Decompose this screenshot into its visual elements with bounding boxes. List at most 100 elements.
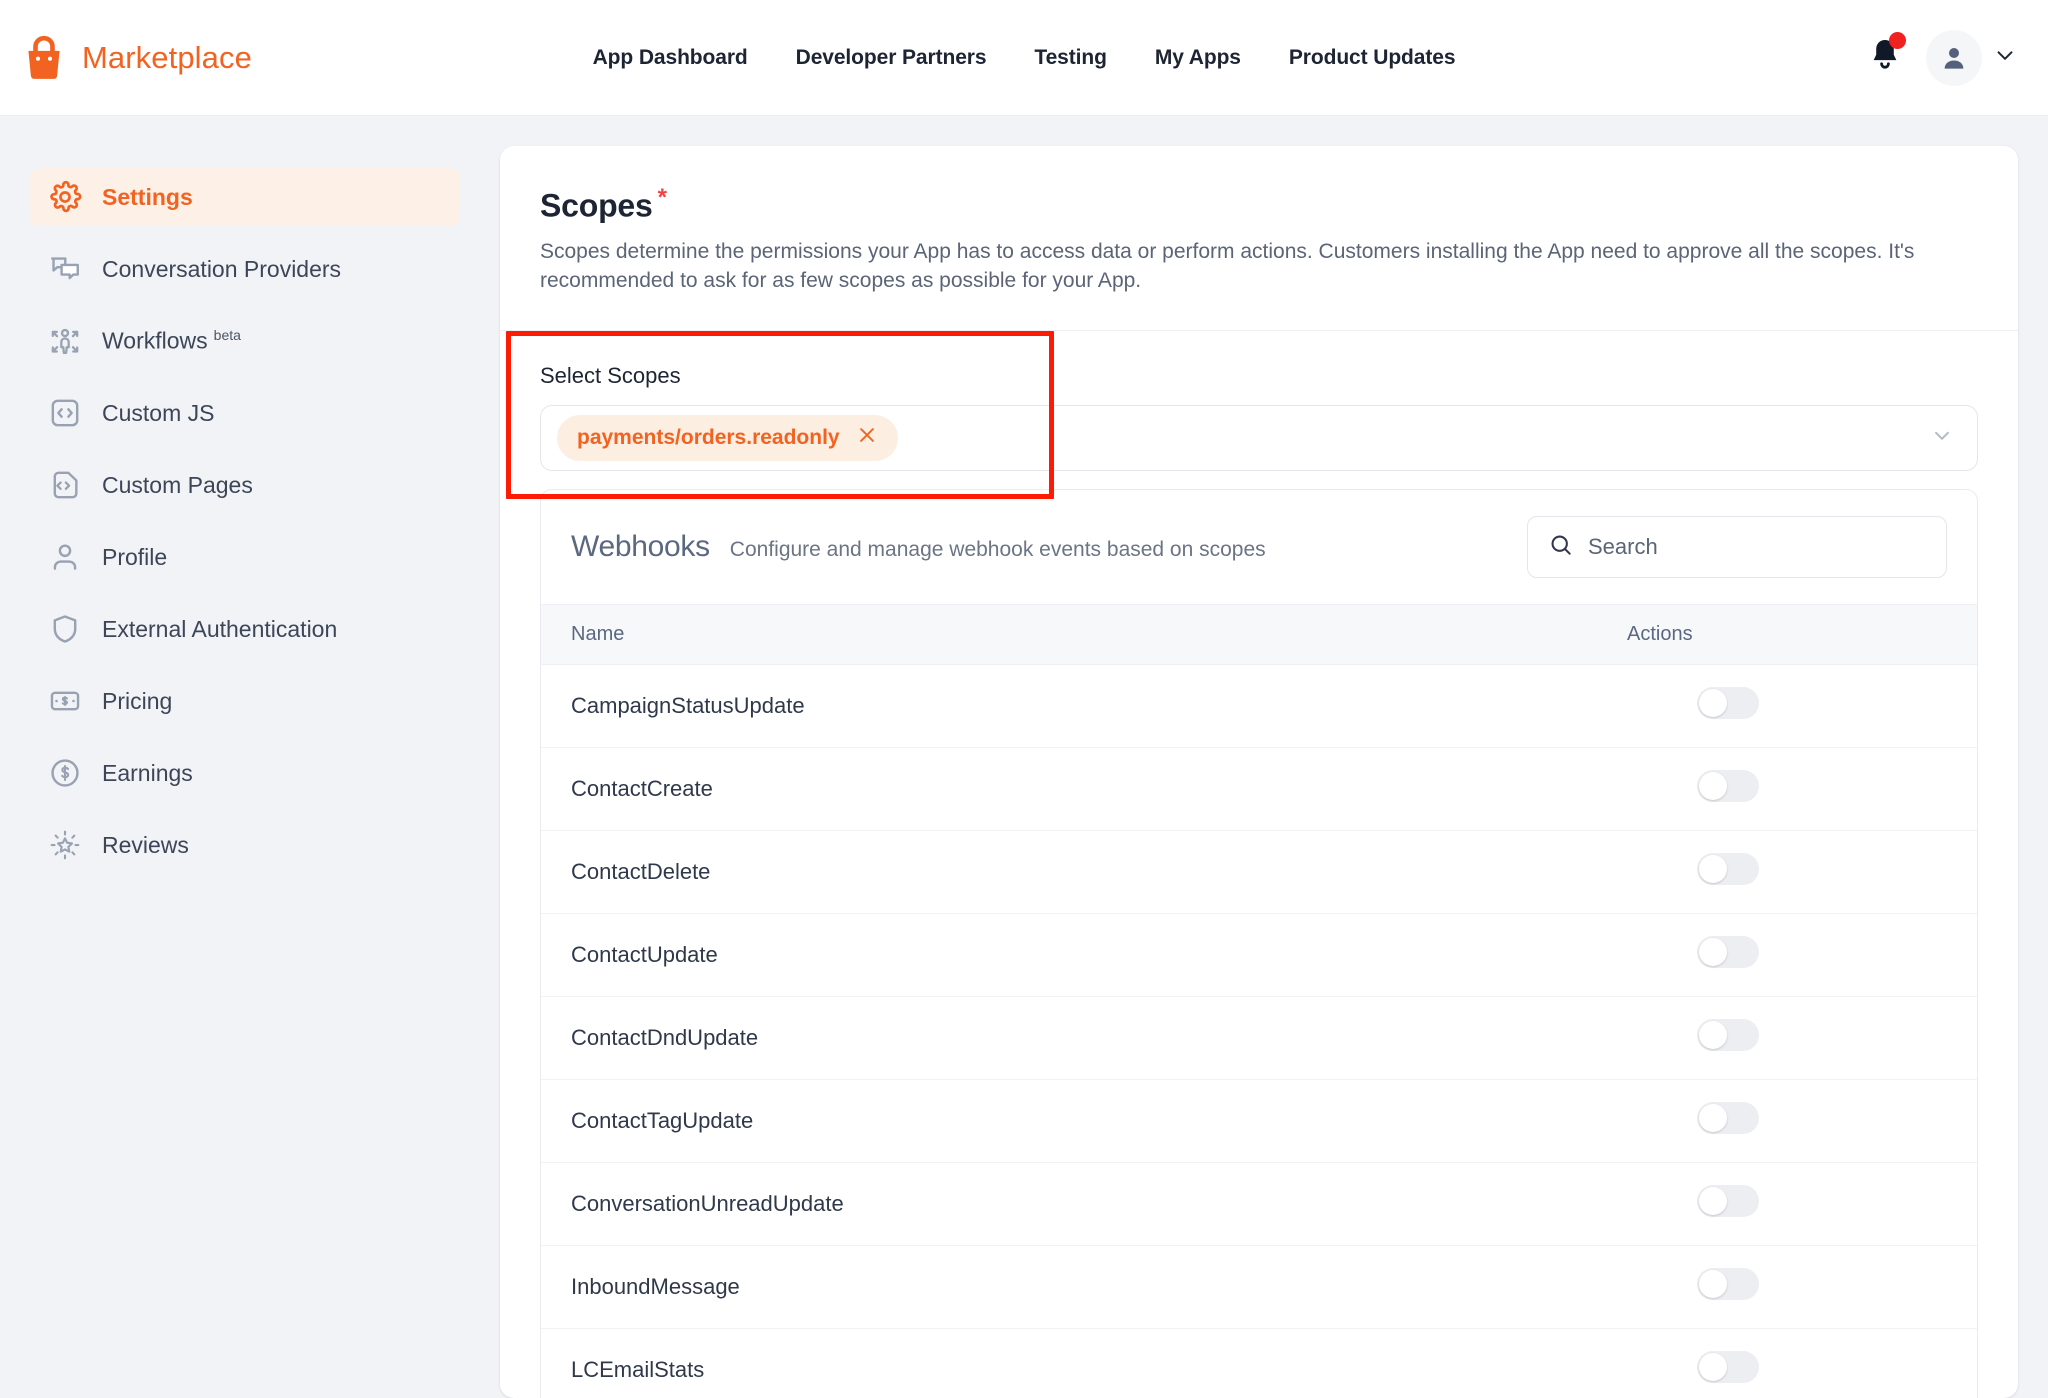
brand-name: Marketplace: [82, 39, 252, 75]
toggle-knob: [1699, 1187, 1727, 1216]
sidebar-item-pricing[interactable]: Pricing: [30, 672, 460, 730]
scopes-description: Scopes determine the permissions your Ap…: [540, 239, 1915, 293]
webhook-actions-cell: [1597, 1245, 1977, 1330]
sidebar-item-external-authentication[interactable]: External Authentication: [30, 600, 460, 658]
dollar-circle-icon: [48, 756, 82, 790]
webhook-toggle[interactable]: [1697, 936, 1759, 969]
sidebar-item-label: Pricing: [102, 687, 173, 714]
webhook-actions-cell: [1597, 664, 1977, 749]
sidebar-item-label: Workflows beta: [102, 327, 241, 355]
sidebar-item-custom-js[interactable]: Custom JS: [30, 384, 460, 442]
sidebar-item-conversation-providers[interactable]: Conversation Providers: [30, 240, 460, 298]
table-row[interactable]: ContactTagUpdate: [541, 1079, 1977, 1164]
nav-item-app-dashboard[interactable]: App Dashboard: [569, 46, 772, 70]
webhook-name-cell: ContactCreate: [541, 747, 1597, 832]
sidebar-item-label: Reviews: [102, 831, 189, 858]
chevron-down-icon[interactable]: [1929, 423, 1955, 454]
sidebar-item-settings[interactable]: Settings: [30, 168, 460, 226]
webhook-actions-cell: [1597, 1079, 1977, 1164]
sidebar-item-label: Conversation Providers: [102, 255, 342, 282]
search-input[interactable]: Search: [1527, 516, 1947, 579]
sidebar-item-profile[interactable]: Profile: [30, 528, 460, 586]
webhook-name-cell: LCEmailStats: [541, 1328, 1597, 1398]
table-row[interactable]: ContactUpdate: [541, 913, 1977, 998]
nav-item-testing[interactable]: Testing: [1010, 46, 1130, 70]
nav-item-developer-partners[interactable]: Developer Partners: [772, 46, 1011, 70]
webhook-name-cell: ContactDndUpdate: [541, 996, 1597, 1081]
chevron-down-icon: [1992, 42, 2018, 73]
webhook-actions-cell: [1597, 913, 1977, 998]
notifications-button[interactable]: [1868, 31, 1908, 80]
webhook-toggle[interactable]: [1697, 1185, 1759, 1218]
top-navigation-bar: Marketplace App Dashboard Developer Part…: [0, 0, 2048, 116]
required-asterisk: *: [657, 184, 667, 211]
webhook-actions-cell: [1597, 996, 1977, 1081]
scope-chip[interactable]: payments/orders.readonly: [557, 415, 898, 462]
sidebar-item-label: External Authentication: [102, 615, 338, 642]
account-menu-button[interactable]: [1926, 29, 2018, 86]
sidebar-item-earnings[interactable]: Earnings: [30, 744, 460, 802]
workflow-nodes-icon: [48, 324, 82, 358]
webhook-name-cell: ContactTagUpdate: [541, 1079, 1597, 1164]
close-x-icon[interactable]: [856, 424, 878, 452]
webhooks-panel-header: Webhooks Configure and manage webhook ev…: [541, 490, 1977, 604]
brand-logo[interactable]: Marketplace: [22, 35, 252, 81]
main-content: Scopes * Scopes determine the permissions…: [500, 116, 2048, 1398]
sidebar-item-label: Earnings: [102, 759, 193, 786]
scope-chip-label: payments/orders.readonly: [577, 426, 840, 450]
table-row[interactable]: InboundMessage: [541, 1245, 1977, 1330]
column-header-name: Name: [541, 604, 1597, 666]
sidebar-item-workflows[interactable]: Workflows beta: [30, 312, 460, 370]
webhook-toggle[interactable]: [1697, 687, 1759, 720]
toggle-knob: [1699, 1021, 1727, 1050]
toggle-knob: [1699, 938, 1727, 967]
webhook-toggle[interactable]: [1697, 1019, 1759, 1052]
webhook-toggle[interactable]: [1697, 853, 1759, 886]
webhook-toggle[interactable]: [1697, 1351, 1759, 1384]
webhooks-subtitle: Configure and manage webhook events base…: [729, 538, 1266, 562]
select-scopes-section: Select Scopes payments/orders.readonly: [500, 331, 2018, 500]
page-title: Scopes *: [540, 184, 667, 225]
webhooks-panel: Webhooks Configure and manage webhook ev…: [540, 489, 1978, 1398]
toggle-knob: [1699, 855, 1727, 884]
column-header-actions: Actions: [1597, 604, 1977, 666]
table-row[interactable]: ContactDndUpdate: [541, 996, 1977, 1081]
webhook-name-cell: ContactUpdate: [541, 913, 1597, 998]
sparkle-star-icon: [48, 828, 82, 862]
table-row[interactable]: ContactCreate: [541, 747, 1977, 832]
table-row[interactable]: ConversationUnreadUpdate: [541, 1162, 1977, 1247]
webhook-name-cell: ConversationUnreadUpdate: [541, 1162, 1597, 1247]
webhook-toggle[interactable]: [1697, 1268, 1759, 1301]
sidebar-item-reviews[interactable]: Reviews: [30, 816, 460, 874]
nav-item-my-apps[interactable]: My Apps: [1131, 46, 1265, 70]
avatar: [1926, 29, 1982, 86]
table-row[interactable]: CampaignStatusUpdate: [541, 664, 1977, 749]
sidebar-item-label: Custom Pages: [102, 471, 253, 498]
search-placeholder: Search: [1588, 534, 1658, 560]
webhook-toggle[interactable]: [1697, 770, 1759, 803]
scopes-card: Scopes * Scopes determine the permissions…: [500, 146, 2018, 1398]
webhook-actions-cell: [1597, 1328, 1977, 1398]
nav-item-product-updates[interactable]: Product Updates: [1265, 46, 1480, 70]
sidebar-item-label: Custom JS: [102, 399, 215, 426]
notification-badge-dot: [1889, 31, 1906, 49]
webhooks-title: Webhooks: [571, 530, 710, 564]
main-nav-links: App Dashboard Developer Partners Testing…: [569, 46, 1480, 70]
toggle-knob: [1699, 689, 1727, 718]
page-body: Settings Conversation Providers Workflow…: [0, 116, 2048, 1398]
webhook-actions-cell: [1597, 747, 1977, 832]
webhook-name-cell: InboundMessage: [541, 1245, 1597, 1330]
toggle-knob: [1699, 772, 1727, 801]
beta-badge: beta: [213, 327, 241, 344]
table-row[interactable]: LCEmailStats: [541, 1328, 1977, 1398]
scopes-multiselect[interactable]: payments/orders.readonly: [540, 405, 1978, 472]
gear-icon: [48, 180, 82, 214]
code-file-icon: [48, 468, 82, 502]
sidebar-item-label: Settings: [102, 183, 193, 210]
scopes-card-header: Scopes * Scopes determine the permissions…: [500, 146, 2018, 332]
sidebar-item-custom-pages[interactable]: Custom Pages: [30, 456, 460, 514]
webhooks-table-head: Name Actions: [541, 604, 1977, 666]
webhook-toggle[interactable]: [1697, 1102, 1759, 1135]
toggle-knob: [1699, 1270, 1727, 1299]
table-row[interactable]: ContactDelete: [541, 830, 1977, 915]
